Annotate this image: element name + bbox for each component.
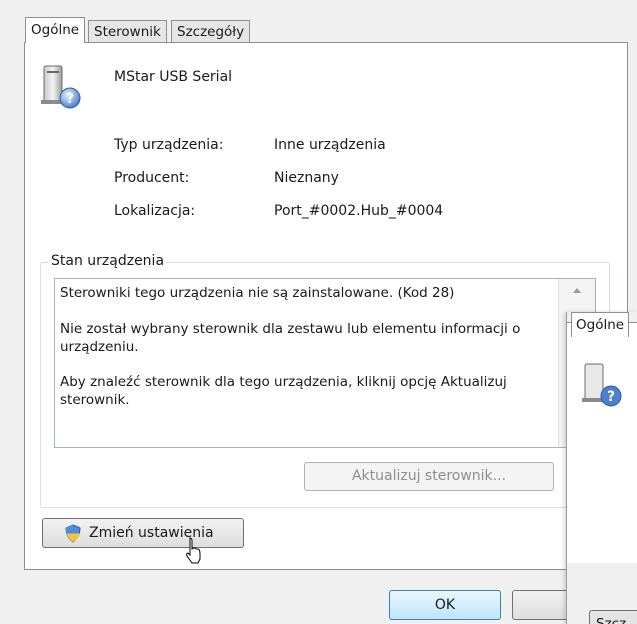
status-line-4: Aby znaleźć sterownik dla tego urządzeni… bbox=[60, 374, 507, 390]
svg-text:?: ? bbox=[66, 91, 74, 107]
property-value-location: Port_#0002.Hub_#0004 bbox=[274, 203, 444, 219]
device-properties-dialog: Ogólne Sterownik Szczegóły ? MStar USB S… bbox=[0, 0, 637, 624]
second-properties-window: Ogólne ? Szcz bbox=[566, 312, 637, 624]
status-line-5: sterownik. bbox=[60, 392, 130, 408]
property-value-manufacturer: Nieznany bbox=[274, 170, 339, 186]
device-status-title: Stan urządzenia bbox=[48, 253, 168, 269]
mouse-pointer-icon bbox=[185, 537, 205, 569]
status-line-3: urządzeniu. bbox=[60, 339, 139, 355]
device-name: MStar USB Serial bbox=[114, 69, 233, 85]
scroll-up-arrow-icon[interactable] bbox=[569, 283, 585, 299]
property-label-location: Lokalizacja: bbox=[114, 203, 196, 219]
property-value-type: Inne urządzenia bbox=[274, 137, 386, 153]
tab-details[interactable]: Szczegóły bbox=[171, 20, 251, 42]
second-window-panel bbox=[567, 322, 637, 563]
uac-shield-icon bbox=[64, 524, 82, 553]
second-window-button[interactable]: Szcz bbox=[589, 610, 637, 624]
change-settings-button[interactable]: Zmień ustawienia bbox=[42, 518, 244, 548]
second-tab-general[interactable]: Ogólne bbox=[571, 312, 630, 337]
property-label-manufacturer: Producent: bbox=[114, 170, 190, 186]
device-unknown-icon: ? bbox=[38, 64, 88, 114]
tab-driver[interactable]: Sterownik bbox=[88, 20, 167, 42]
device-status-textbox[interactable] bbox=[54, 278, 596, 448]
svg-text:?: ? bbox=[607, 389, 615, 405]
ok-button[interactable]: OK bbox=[389, 590, 501, 620]
status-line-2: Nie został wybrany sterownik dla zestawu… bbox=[60, 321, 521, 337]
update-driver-button[interactable]: Aktualizuj sterownik... bbox=[304, 462, 554, 491]
tab-general[interactable]: Ogólne bbox=[25, 17, 86, 43]
property-label-type: Typ urządzenia: bbox=[114, 137, 224, 153]
second-device-icon: ? bbox=[579, 362, 629, 412]
status-line-1: Sterowniki tego urządzenia nie są zainst… bbox=[60, 285, 455, 301]
